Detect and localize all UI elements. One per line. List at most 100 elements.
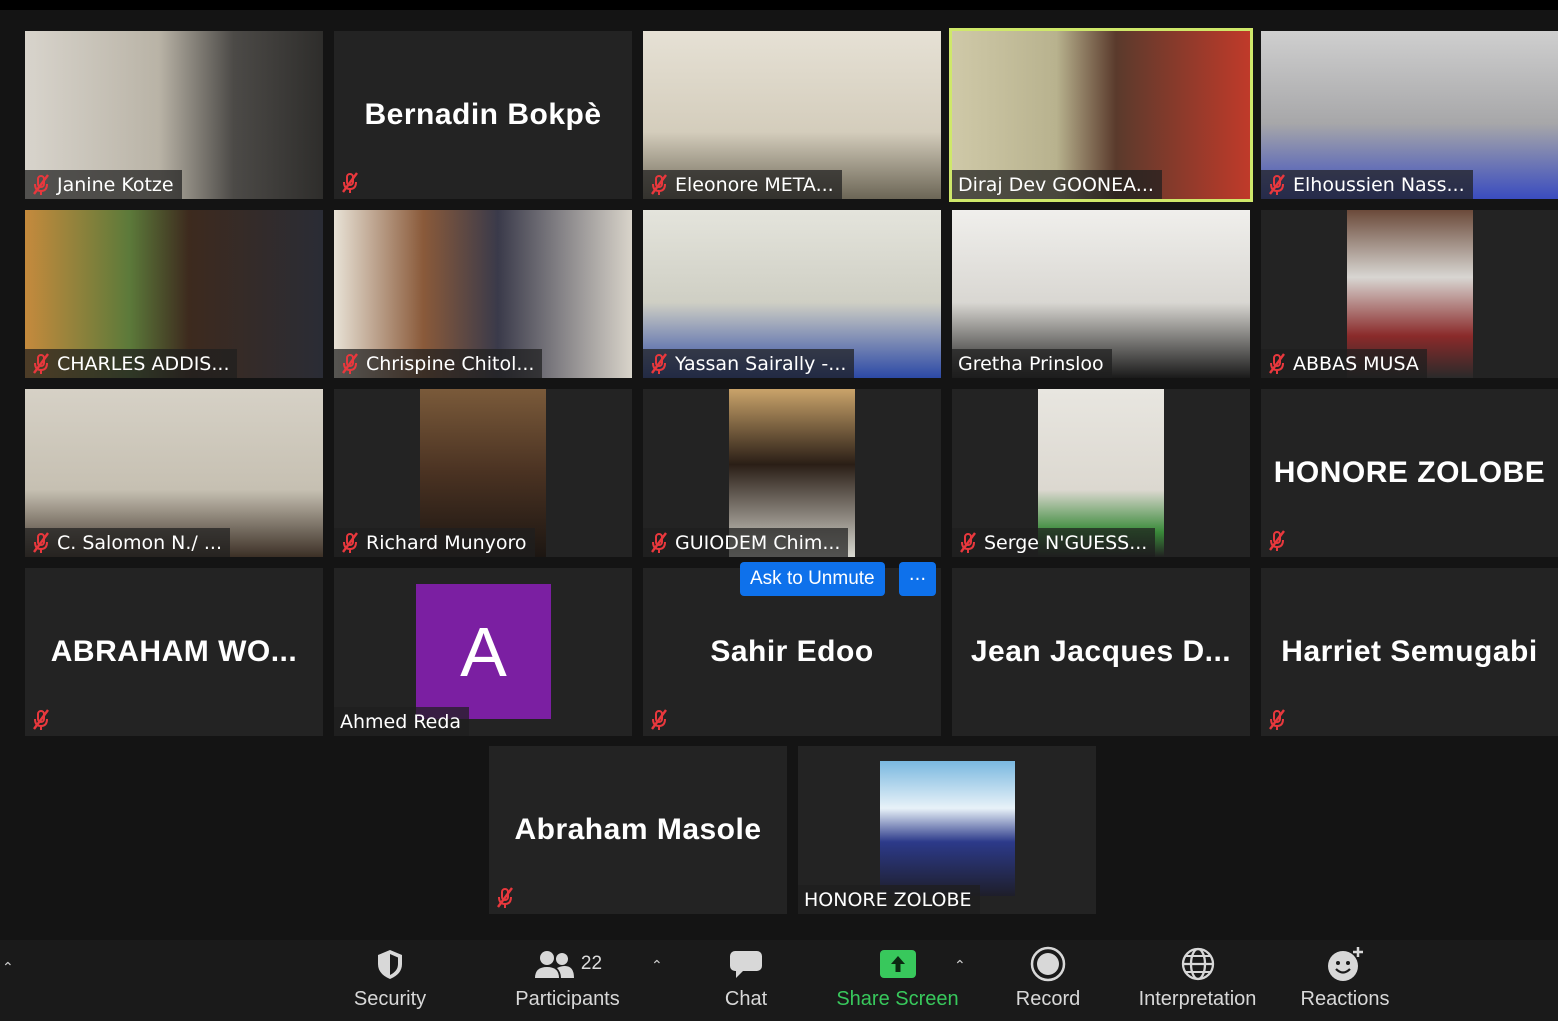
muted-mic-icon	[649, 174, 669, 196]
record-icon	[1030, 940, 1066, 988]
participants-icon-group: 22	[533, 940, 602, 988]
participant-name: ABBAS MUSA	[1293, 352, 1419, 375]
participant-name-large: Sahir Edoo	[710, 635, 874, 668]
participant-name: Yassan Sairally -...	[675, 352, 847, 375]
participant-tile[interactable]: Chrispine Chitol...	[334, 210, 632, 378]
muted-mic-icon	[340, 353, 360, 375]
share-screen-icon	[878, 940, 918, 988]
participant-tile[interactable]: Eleonore META...	[643, 31, 941, 199]
participant-tile[interactable]: Elhoussien Nass...	[1261, 31, 1558, 199]
participant-tile[interactable]: CHARLES ADDIS...	[25, 210, 323, 378]
participant-label: ABBAS MUSA	[1261, 349, 1427, 378]
chat-icon	[728, 940, 764, 988]
muted-mic-icon	[31, 353, 51, 375]
shield-icon	[373, 940, 407, 988]
participants-count: 22	[580, 953, 603, 974]
participant-tile[interactable]: Yassan Sairally -...	[643, 210, 941, 378]
participant-tile[interactable]: ABBAS MUSA	[1261, 210, 1558, 378]
participant-name: Richard Munyoro	[366, 531, 527, 554]
muted-mic-icon	[31, 532, 51, 554]
participant-name: GUIODEM Chim...	[675, 531, 841, 554]
security-button[interactable]: Security	[340, 940, 440, 1021]
muted-mic-icon	[1267, 353, 1287, 375]
muted-mic-icon	[649, 709, 669, 731]
interpretation-button[interactable]: Interpretation	[1125, 940, 1270, 1021]
reactions-button[interactable]: Reactions	[1295, 940, 1395, 1021]
interpretation-label: Interpretation	[1138, 988, 1257, 1010]
muted-mic-icon	[340, 172, 360, 194]
record-label: Record	[1015, 988, 1081, 1010]
share-options-chevron-icon[interactable]: ⌃	[954, 958, 966, 974]
participants-options-chevron-icon[interactable]: ⌃	[651, 958, 663, 974]
participant-label: Richard Munyoro	[334, 528, 535, 557]
participant-name: CHARLES ADDIS...	[57, 352, 230, 375]
muted-mic-icon	[1267, 709, 1287, 731]
participant-tile[interactable]: Richard Munyoro	[334, 389, 632, 557]
participant-label: Yassan Sairally -...	[643, 349, 855, 378]
participant-tile[interactable]: C. Salomon N./ ...	[25, 389, 323, 557]
participant-tile[interactable]: HONORE ZOLOBE	[798, 746, 1096, 914]
participant-label: Janine Kotze	[25, 170, 182, 199]
participants-button[interactable]: 22 Participants	[500, 940, 635, 1021]
participant-name-large: Jean Jacques D...	[970, 635, 1232, 668]
participant-tile[interactable]: Jean Jacques D...	[952, 568, 1250, 736]
muted-mic-icon	[958, 532, 978, 554]
muted-mic-icon	[495, 887, 515, 909]
chat-label: Chat	[724, 988, 768, 1010]
participant-name-large: Abraham Masole	[514, 813, 762, 846]
participant-label: CHARLES ADDIS...	[25, 349, 238, 378]
globe-icon	[1180, 940, 1216, 988]
participant-tile[interactable]: GUIODEM Chim...	[643, 389, 941, 557]
muted-mic-icon	[1267, 530, 1287, 552]
participant-label: Eleonore META...	[643, 170, 842, 199]
ask-to-unmute-button[interactable]: Ask to Unmute	[740, 562, 885, 596]
participant-tile[interactable]: Gretha Prinsloo	[952, 210, 1250, 378]
participant-name: Janine Kotze	[57, 173, 174, 196]
participant-label: Diraj Dev GOONEA...	[952, 170, 1162, 199]
participant-name: C. Salomon N./ ...	[57, 531, 222, 554]
participant-name-large: HONORE ZOLOBE	[1273, 456, 1546, 489]
participant-label: GUIODEM Chim...	[643, 528, 849, 557]
participant-tile[interactable]: Serge N'GUESS...	[952, 389, 1250, 557]
participant-tile[interactable]: HONORE ZOLOBE	[1261, 389, 1558, 557]
avatar: A	[416, 584, 551, 719]
participant-tile-active-speaker[interactable]: Diraj Dev GOONEA...	[949, 28, 1253, 202]
participant-name: Chrispine Chitol...	[366, 352, 535, 375]
muted-mic-icon	[31, 709, 51, 731]
participant-label: Gretha Prinsloo	[952, 349, 1112, 378]
participant-name: Serge N'GUESS...	[984, 531, 1148, 554]
participant-tile[interactable]: ABRAHAM WO...	[25, 568, 323, 736]
participant-tile[interactable]: Janine Kotze	[25, 31, 323, 199]
participant-name-large: Harriet Semugabi	[1281, 635, 1538, 668]
share-screen-label: Share Screen	[836, 988, 959, 1010]
muted-mic-icon	[340, 532, 360, 554]
muted-mic-icon	[649, 353, 669, 375]
participant-tile[interactable]: A Ahmed Reda	[334, 568, 632, 736]
participant-label: HONORE ZOLOBE	[798, 885, 980, 914]
participant-tile[interactable]: Harriet Semugabi	[1261, 568, 1558, 736]
participant-name-large: Bernadin Bokpè	[364, 98, 602, 131]
participant-tile[interactable]: Bernadin Bokpè	[334, 31, 632, 199]
participant-name: HONORE ZOLOBE	[804, 888, 972, 911]
participant-video	[880, 761, 1015, 896]
participant-name: Eleonore META...	[675, 173, 834, 196]
participant-label: Elhoussien Nass...	[1261, 170, 1473, 199]
participant-label: Serge N'GUESS...	[952, 528, 1156, 557]
participant-name: Gretha Prinsloo	[958, 352, 1104, 375]
muted-mic-icon	[31, 174, 51, 196]
chevron-up-icon[interactable]: ⌃	[2, 960, 14, 976]
share-screen-button[interactable]: Share Screen	[830, 940, 965, 1021]
record-button[interactable]: Record	[1008, 940, 1088, 1021]
reactions-label: Reactions	[1300, 988, 1390, 1010]
participant-tile[interactable]: Abraham Masole	[489, 746, 787, 914]
participant-name: Diraj Dev GOONEA...	[958, 173, 1154, 196]
participants-label: Participants	[515, 988, 620, 1010]
chat-button[interactable]: Chat	[710, 940, 782, 1021]
participant-name-large: ABRAHAM WO...	[50, 635, 298, 668]
participant-label: Chrispine Chitol...	[334, 349, 543, 378]
gallery-view: Janine Kotze Bernadin Bokpè Eleonore MET…	[0, 10, 1558, 1021]
more-options-button[interactable]: ···	[899, 562, 936, 596]
participant-name: Ahmed Reda	[340, 710, 462, 733]
security-label: Security	[353, 988, 427, 1010]
meeting-toolbar: ⌃ Security 22 Participants ⌃ Chat Share …	[0, 940, 1558, 1021]
